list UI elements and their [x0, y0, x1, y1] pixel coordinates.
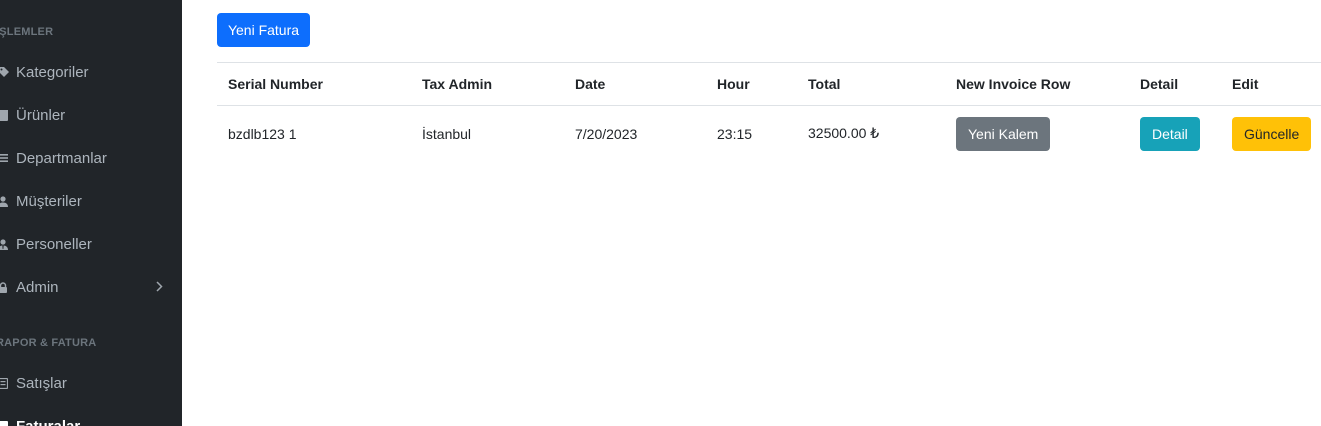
cell-tax-admin: İstanbul — [422, 125, 472, 142]
column-header-edit: Edit — [1232, 76, 1259, 92]
column-header-new-invoice-row: New Invoice Row — [956, 76, 1071, 92]
box-icon — [0, 109, 10, 121]
sidebar: İŞLEMLER Kategoriler Ürünler Departmanla… — [0, 0, 182, 426]
new-invoice-button[interactable]: Yeni Fatura — [217, 13, 310, 47]
cell-hour: 23:15 — [717, 125, 753, 142]
invoice-table: Serial Number Tax Admin Date Hour Total … — [217, 62, 1321, 162]
table-row: bzdlb123 1 İstanbul 7/20/2023 23:15 3250… — [217, 106, 1321, 162]
table-header-row: Serial Number Tax Admin Date Hour Total … — [217, 62, 1321, 106]
column-header-total: Total — [808, 76, 841, 92]
sidebar-item-kategoriler[interactable]: Kategoriler — [0, 57, 182, 87]
new-item-button[interactable]: Yeni Kalem — [956, 116, 1051, 151]
sidebar-section-heading: RAPOR & FATURA — [0, 337, 97, 349]
sidebar-item-faturalar[interactable]: Faturalar — [0, 411, 182, 426]
detail-button[interactable]: Detail — [1140, 116, 1200, 151]
sidebar-item-label: Departmanlar — [16, 149, 107, 167]
cell-date: 7/20/2023 — [575, 125, 638, 142]
sidebar-item-label: Personeller — [16, 235, 92, 253]
sidebar-item-admin[interactable]: Admin — [0, 272, 182, 302]
column-header-date: Date — [575, 76, 606, 92]
invoice-icon — [0, 420, 10, 426]
sidebar-item-label: Ürünler — [16, 106, 66, 124]
sidebar-item-label: Faturalar — [16, 417, 81, 426]
sidebar-item-label: Satışlar — [16, 374, 67, 392]
cell-detail: Detail — [1129, 106, 1221, 162]
sidebar-section-heading: İŞLEMLER — [0, 26, 54, 38]
lock-icon — [0, 281, 10, 293]
user-tie-icon — [0, 238, 10, 250]
cell-serial-number: bzdlb123 1 — [228, 125, 297, 142]
column-header-tax-admin: Tax Admin — [422, 76, 493, 92]
sidebar-item-label: Kategoriler — [16, 63, 89, 81]
cell-edit: Güncelle — [1221, 106, 1321, 162]
sidebar-item-satislar[interactable]: Satışlar — [0, 368, 182, 398]
tags-icon — [0, 66, 10, 78]
cell-total: 32500.00 ₺ — [808, 125, 880, 142]
invoice-table-container: Serial Number Tax Admin Date Hour Total … — [217, 62, 1321, 162]
update-button[interactable]: Güncelle — [1232, 116, 1312, 151]
sidebar-item-personeller[interactable]: Personeller — [0, 229, 182, 259]
column-header-serial-number: Serial Number — [228, 76, 323, 92]
receipt-icon — [0, 377, 10, 389]
cell-new-invoice-row: Yeni Kalem — [945, 106, 1129, 162]
sidebar-item-departmanlar[interactable]: Departmanlar — [0, 143, 182, 173]
sidebar-item-musteriler[interactable]: Müşteriler — [0, 186, 182, 216]
sidebar-item-label: Müşteriler — [16, 192, 82, 210]
sidebar-item-urunler[interactable]: Ürünler — [0, 100, 182, 130]
sidebar-item-label: Admin — [16, 278, 59, 296]
list-icon — [0, 153, 10, 163]
chevron-right-icon — [156, 279, 163, 295]
user-icon — [0, 195, 10, 207]
column-header-hour: Hour — [717, 76, 750, 92]
column-header-detail: Detail — [1140, 76, 1179, 92]
